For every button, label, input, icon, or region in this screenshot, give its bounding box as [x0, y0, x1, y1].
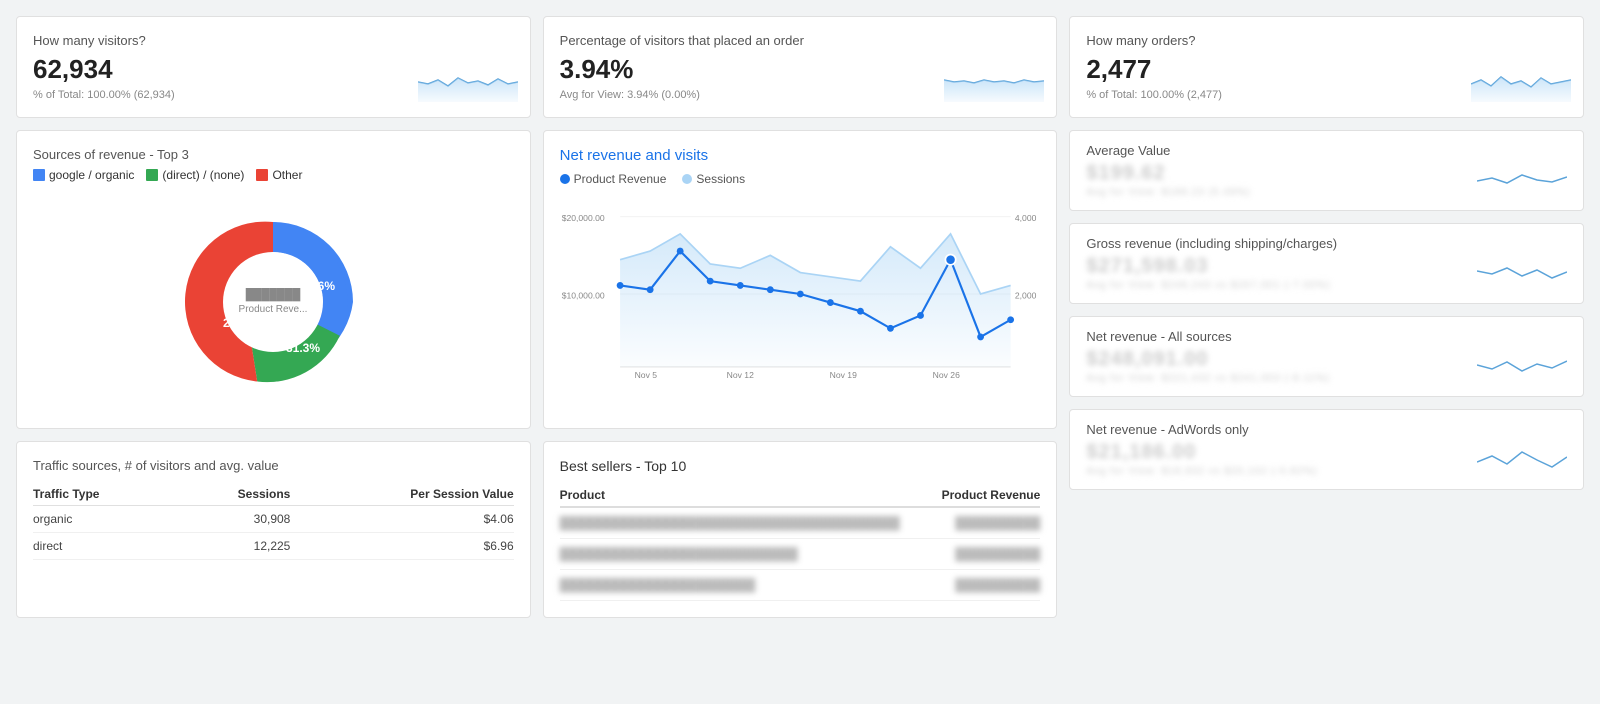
orders-title: How many orders? — [1086, 33, 1567, 48]
net-revenue-adwords-sub: Avg for View: $18,932 vs $20,102 (-5.82%… — [1086, 466, 1317, 477]
net-revenue-all-title: Net revenue - All sources — [1086, 329, 1567, 344]
traffic-sessions: 30,908 — [177, 506, 291, 533]
gross-revenue-sparkline — [1477, 256, 1567, 291]
net-revenue-all-sparkline — [1477, 349, 1567, 384]
svg-text:4,000: 4,000 — [1015, 213, 1037, 223]
donut-chart: ███████ Product Reve... 40.6% 31.3% 28% — [33, 192, 514, 412]
legend-item-other: Other — [256, 168, 302, 182]
bs-product: ███████████████████████ — [560, 570, 933, 601]
legend-color-google — [33, 169, 45, 181]
legend-label-sessions: Sessions — [696, 172, 745, 186]
svg-text:Nov 19: Nov 19 — [829, 370, 856, 380]
conversion-title: Percentage of visitors that placed an or… — [560, 33, 1041, 48]
traffic-per-session: $6.96 — [290, 533, 513, 560]
traffic-type: direct — [33, 533, 177, 560]
bs-revenue: ██████████ — [932, 570, 1040, 601]
bs-revenue: ██████████ — [932, 507, 1040, 539]
legend-label-other: Other — [272, 168, 302, 182]
net-revenue-all-sub: Avg for View: $221,432 vs $241,003 (-8.1… — [1086, 373, 1330, 384]
traffic-title: Traffic sources, # of visitors and avg. … — [33, 458, 514, 473]
net-revenue-card: Net revenue and visits Product Revenue S… — [543, 130, 1058, 429]
bestsellers-title: Best sellers - Top 10 — [560, 458, 1041, 474]
conversion-card: Percentage of visitors that placed an or… — [543, 16, 1058, 118]
avg-value-card: Average Value $199.62 Avg for View: $189… — [1069, 130, 1584, 211]
legend-color-direct — [146, 169, 158, 181]
avg-value-sub: Avg for View: $189.23 (5.49%) — [1086, 187, 1250, 198]
net-revenue-all-value: $248,091.00 — [1086, 348, 1330, 371]
dashboard: How many visitors? 62,934 % of Total: 10… — [16, 16, 1584, 618]
net-revenue-adwords-sparkline — [1477, 442, 1567, 477]
sources-title: Sources of revenue - Top 3 — [33, 147, 514, 162]
legend-label-direct: (direct) / (none) — [162, 168, 244, 182]
traffic-col-value: Per Session Value — [290, 483, 513, 506]
bestsellers-card: Best sellers - Top 10 Product Product Re… — [543, 441, 1058, 618]
visitors-card: How many visitors? 62,934 % of Total: 10… — [16, 16, 531, 118]
net-revenue-chart: $20,000.00 $10,000.00 4,000 2,000 — [560, 194, 1041, 394]
gross-revenue-value: $271,598.03 — [1086, 255, 1330, 278]
gross-revenue-card: Gross revenue (including shipping/charge… — [1069, 223, 1584, 304]
svg-text:Nov 5: Nov 5 — [634, 370, 657, 380]
sources-card: Sources of revenue - Top 3 google / orga… — [16, 130, 531, 429]
bs-col-product: Product — [560, 484, 933, 507]
svg-text:$10,000.00: $10,000.00 — [561, 290, 604, 300]
legend-color-other — [256, 169, 268, 181]
legend-label-revenue: Product Revenue — [574, 172, 667, 186]
donut-hole — [223, 252, 323, 352]
net-revenue-adwords-card: Net revenue - AdWords only $21,186.00 Av… — [1069, 409, 1584, 490]
bs-row: ████████████████████████████ ██████████ — [560, 539, 1041, 570]
traffic-col-type: Traffic Type — [33, 483, 177, 506]
bestsellers-table: Product Product Revenue ████████████████… — [560, 484, 1041, 601]
traffic-col-sessions: Sessions — [177, 483, 291, 506]
chart-legend: Product Revenue Sessions — [560, 172, 1041, 186]
gross-revenue-sub: Avg for View: $248,243 vs $267,001 (-7.0… — [1086, 280, 1330, 291]
donut-label-google: 40.6% — [301, 279, 335, 293]
conversion-sparkline — [944, 62, 1044, 105]
bs-col-revenue: Product Revenue — [932, 484, 1040, 507]
visitors-sparkline — [418, 62, 518, 105]
avg-value-title: Average Value — [1086, 143, 1567, 158]
donut-center-value: ███████ — [246, 287, 301, 302]
avg-value-sparkline — [1477, 163, 1567, 198]
avg-value-value: $199.62 — [1086, 162, 1250, 185]
orders-sparkline — [1471, 62, 1571, 105]
svg-text:$20,000.00: $20,000.00 — [561, 213, 604, 223]
visitors-title: How many visitors? — [33, 33, 514, 48]
legend-dot-sessions — [682, 174, 692, 184]
legend-item-direct: (direct) / (none) — [146, 168, 244, 182]
legend-product-revenue: Product Revenue — [560, 172, 667, 186]
legend-sessions: Sessions — [682, 172, 745, 186]
traffic-sessions: 12,225 — [177, 533, 291, 560]
net-revenue-all-card: Net revenue - All sources $248,091.00 Av… — [1069, 316, 1584, 397]
bs-row: ████████████████████████████████████████… — [560, 507, 1041, 539]
net-revenue-title: Net revenue and visits — [560, 147, 1041, 164]
bs-row: ███████████████████████ ██████████ — [560, 570, 1041, 601]
orders-card: How many orders? 2,477 % of Total: 100.0… — [1069, 16, 1584, 118]
svg-text:2,000: 2,000 — [1015, 290, 1037, 300]
legend-item-google: google / organic — [33, 168, 134, 182]
bs-revenue: ██████████ — [932, 539, 1040, 570]
traffic-row: organic 30,908 $4.06 — [33, 506, 514, 533]
traffic-per-session: $4.06 — [290, 506, 513, 533]
svg-text:Nov 12: Nov 12 — [726, 370, 753, 380]
donut-label-direct: 31.3% — [286, 341, 320, 355]
traffic-table: Traffic Type Sessions Per Session Value … — [33, 483, 514, 560]
traffic-row: direct 12,225 $6.96 — [33, 533, 514, 560]
bs-product: ████████████████████████████████████████ — [560, 507, 933, 539]
legend-label-google: google / organic — [49, 168, 134, 182]
traffic-card: Traffic sources, # of visitors and avg. … — [16, 441, 531, 618]
donut-label-other: 28% — [223, 316, 247, 330]
net-revenue-adwords-value: $21,186.00 — [1086, 441, 1317, 464]
net-revenue-adwords-title: Net revenue - AdWords only — [1086, 422, 1567, 437]
sources-legend: google / organic (direct) / (none) Other — [33, 168, 514, 182]
gross-revenue-title: Gross revenue (including shipping/charge… — [1086, 236, 1567, 251]
traffic-type: organic — [33, 506, 177, 533]
bs-product: ████████████████████████████ — [560, 539, 933, 570]
donut-center-label: Product Reve... — [239, 304, 308, 315]
svg-text:Nov 26: Nov 26 — [932, 370, 959, 380]
legend-dot-revenue — [560, 174, 570, 184]
right-column: Average Value $199.62 Avg for View: $189… — [1069, 130, 1584, 618]
